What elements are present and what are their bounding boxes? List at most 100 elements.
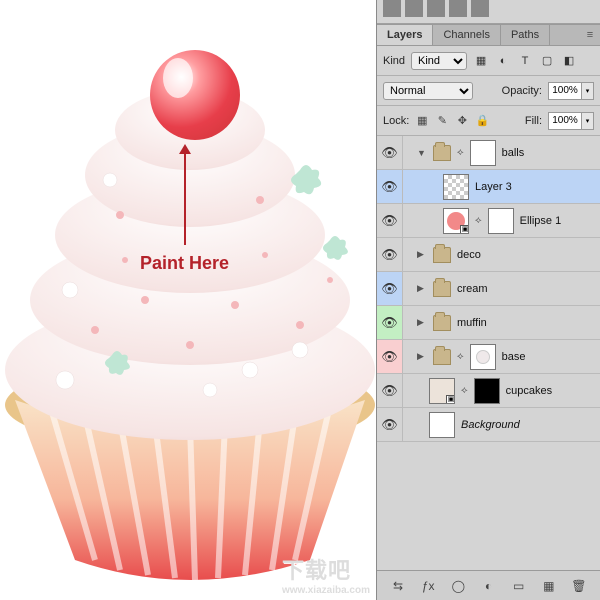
tool-icon[interactable]: [471, 0, 489, 17]
filter-type-icon[interactable]: T: [517, 53, 533, 69]
folder-icon: [433, 281, 451, 297]
opacity-input[interactable]: [548, 82, 582, 100]
new-group-button[interactable]: ▭: [510, 577, 528, 595]
layer-row-base[interactable]: 👁 ▶ ⟡ base: [377, 340, 600, 374]
new-adjustment-button[interactable]: ◐: [479, 577, 497, 595]
filter-smart-icon[interactable]: ◧: [561, 53, 577, 69]
link-icon: ⟡: [457, 351, 464, 362]
link-icon: ⟡: [457, 147, 464, 158]
filter-pixel-icon[interactable]: ▦: [473, 53, 489, 69]
folder-icon: [433, 247, 451, 263]
layer-thumb[interactable]: [443, 174, 469, 200]
lock-all-icon[interactable]: 🔒: [475, 114, 489, 128]
top-toolstrip-row2: [377, 0, 600, 24]
layer-name: Background: [461, 419, 520, 431]
blend-mode-select[interactable]: Normal: [383, 82, 473, 100]
layers-list: 👁 ▼ ⟡ balls 👁 Layer 3 👁 ▣: [377, 136, 600, 570]
lock-label: Lock:: [383, 115, 409, 127]
disclosure-closed-icon[interactable]: ▶: [417, 283, 427, 294]
layer-thumb[interactable]: [429, 412, 455, 438]
shape-badge-icon: ▣: [460, 225, 469, 234]
lock-row: Lock: ▦ ✎ ✥ 🔒 Fill: ▾: [377, 106, 600, 136]
folder-icon: [433, 315, 451, 331]
layer-style-button[interactable]: ƒx: [419, 577, 437, 595]
filter-adjust-icon[interactable]: ◐: [495, 53, 511, 69]
visibility-toggle[interactable]: 👁: [377, 272, 403, 305]
link-icon: ⟡: [461, 385, 468, 396]
opacity-spin[interactable]: ▾: [582, 82, 594, 100]
visibility-toggle[interactable]: 👁: [377, 340, 403, 373]
visibility-toggle[interactable]: 👁: [377, 170, 403, 203]
annotation-text: Paint Here: [140, 253, 229, 274]
disclosure-open-icon[interactable]: ▼: [417, 148, 427, 158]
add-mask-button[interactable]: ◯: [449, 577, 467, 595]
tab-paths[interactable]: Paths: [501, 25, 550, 45]
layer-name: balls: [502, 147, 525, 159]
layer-mask-thumb[interactable]: [470, 140, 496, 166]
layer-name: muffin: [457, 317, 487, 329]
visibility-toggle[interactable]: 👁: [377, 204, 403, 237]
layer-row-cupcakes[interactable]: 👁 ▣ ⟡ cupcakes: [377, 374, 600, 408]
layer-row-balls[interactable]: 👁 ▼ ⟡ balls: [377, 136, 600, 170]
visibility-toggle[interactable]: 👁: [377, 136, 403, 169]
visibility-toggle[interactable]: 👁: [377, 306, 403, 339]
layer-name: cupcakes: [506, 385, 552, 397]
visibility-toggle[interactable]: 👁: [377, 374, 403, 407]
layer-mask-thumb[interactable]: [488, 208, 514, 234]
layer-mask-thumb[interactable]: [470, 344, 496, 370]
layer-name: base: [502, 351, 526, 363]
document-canvas[interactable]: Paint Here 下载吧 www.xiazaiba.com: [0, 0, 376, 600]
layer-name: Ellipse 1: [520, 215, 562, 227]
right-panel: Layers Channels Paths ≡ Kind Kind ▦ ◐ T …: [376, 0, 600, 600]
blend-row: Normal Opacity: ▾: [377, 76, 600, 106]
layers-panel-footer: ⇆ ƒx ◯ ◐ ▭ ▦ 🗑: [377, 570, 600, 600]
layer-row-deco[interactable]: 👁 ▶ deco: [377, 238, 600, 272]
link-icon: ⟡: [475, 215, 482, 226]
smartobject-badge-icon: ▣: [446, 395, 455, 404]
annotation-paint-here: Paint Here: [140, 150, 229, 274]
tool-icon[interactable]: [449, 0, 467, 17]
fill-spin[interactable]: ▾: [582, 112, 594, 130]
visibility-toggle[interactable]: 👁: [377, 238, 403, 271]
link-layers-button[interactable]: ⇆: [389, 577, 407, 595]
fill-label: Fill:: [525, 115, 542, 127]
filter-kind-label: Kind: [383, 55, 405, 67]
panel-menu-icon[interactable]: ≡: [580, 29, 600, 41]
arrow-up-icon: [184, 150, 186, 245]
layer-row-background[interactable]: 👁 Background: [377, 408, 600, 442]
disclosure-closed-icon[interactable]: ▶: [417, 351, 427, 362]
filter-shape-icon[interactable]: ▢: [539, 53, 555, 69]
layer-name: deco: [457, 249, 481, 261]
panel-tabs: Layers Channels Paths ≡: [377, 24, 600, 46]
shape-thumb[interactable]: ▣: [443, 208, 469, 234]
disclosure-closed-icon[interactable]: ▶: [417, 317, 427, 328]
tool-icon[interactable]: [427, 0, 445, 17]
cupcake-illustration: [0, 0, 376, 600]
filter-kind-select[interactable]: Kind: [411, 52, 467, 70]
layer-name: cream: [457, 283, 488, 295]
lock-position-icon[interactable]: ✥: [455, 114, 469, 128]
layer-row-cream[interactable]: 👁 ▶ cream: [377, 272, 600, 306]
tab-channels[interactable]: Channels: [433, 25, 500, 45]
fill-input[interactable]: [548, 112, 582, 130]
delete-layer-button[interactable]: 🗑: [570, 577, 588, 595]
layer-row-muffin[interactable]: 👁 ▶ muffin: [377, 306, 600, 340]
tool-icon[interactable]: [383, 0, 401, 17]
disclosure-closed-icon[interactable]: ▶: [417, 249, 427, 260]
watermark-text: 下载吧: [282, 558, 351, 583]
layer-row-ellipse1[interactable]: 👁 ▣ ⟡ Ellipse 1: [377, 204, 600, 238]
lock-pixels-icon[interactable]: ✎: [435, 114, 449, 128]
layer-mask-thumb[interactable]: [474, 378, 500, 404]
visibility-toggle[interactable]: 👁: [377, 408, 403, 441]
folder-icon: [433, 145, 451, 161]
tool-icon[interactable]: [405, 0, 423, 17]
smartobject-thumb[interactable]: ▣: [429, 378, 455, 404]
lock-transparency-icon[interactable]: ▦: [415, 114, 429, 128]
new-layer-button[interactable]: ▦: [540, 577, 558, 595]
watermark-url: www.xiazaiba.com: [282, 585, 370, 596]
layer-name: Layer 3: [475, 181, 512, 193]
opacity-label: Opacity:: [502, 85, 542, 97]
tab-layers[interactable]: Layers: [377, 25, 433, 45]
layer-filter-row: Kind Kind ▦ ◐ T ▢ ◧: [377, 46, 600, 76]
layer-row-layer3[interactable]: 👁 Layer 3: [377, 170, 600, 204]
